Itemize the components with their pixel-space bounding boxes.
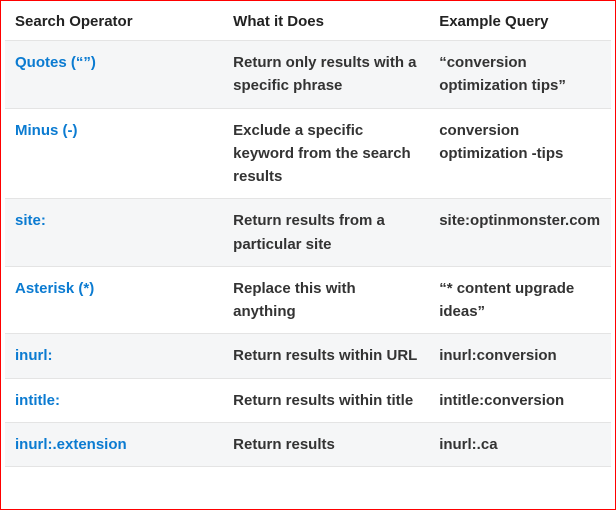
operator-link[interactable]: intitle: xyxy=(15,392,60,409)
header-operator: Search Operator xyxy=(5,5,223,41)
operator-link[interactable]: Quotes (“”) xyxy=(15,54,96,71)
cell-example: inurl:conversion xyxy=(429,334,611,378)
operator-link[interactable]: Asterisk (*) xyxy=(15,280,94,297)
cell-example: inurl:.ca xyxy=(429,422,611,466)
table-row: Quotes (“”) Return only results with a s… xyxy=(5,41,611,109)
operator-link[interactable]: Minus (-) xyxy=(15,122,77,139)
cell-does: Return results within title xyxy=(223,378,429,422)
table-row: intitle: Return results within title int… xyxy=(5,378,611,422)
cell-example: intitle:conversion xyxy=(429,378,611,422)
table-row: inurl: Return results within URL inurl:c… xyxy=(5,334,611,378)
cell-example: conversion optimization -tips xyxy=(429,108,611,199)
table-frame: Search Operator What it Does Example Que… xyxy=(0,0,616,510)
table-header-row: Search Operator What it Does Example Que… xyxy=(5,5,611,41)
cell-example: site:optinmonster.com xyxy=(429,199,611,267)
search-operators-table: Search Operator What it Does Example Que… xyxy=(5,5,611,467)
cell-example: “* content upgrade ideas” xyxy=(429,266,611,334)
cell-does: Return only results with a specific phra… xyxy=(223,41,429,109)
cell-does: Exclude a specific keyword from the sear… xyxy=(223,108,429,199)
cell-example: “conversion optimization tips” xyxy=(429,41,611,109)
operator-link[interactable]: site: xyxy=(15,212,46,229)
operator-link[interactable]: inurl: xyxy=(15,347,53,364)
header-example: Example Query xyxy=(429,5,611,41)
cell-does: Return results within URL xyxy=(223,334,429,378)
header-does: What it Does xyxy=(223,5,429,41)
table-row: site: Return results from a particular s… xyxy=(5,199,611,267)
table-row: Asterisk (*) Replace this with anything … xyxy=(5,266,611,334)
table-row: inurl:.extension Return results inurl:.c… xyxy=(5,422,611,466)
cell-does: Return results xyxy=(223,422,429,466)
table-row: Minus (-) Exclude a specific keyword fro… xyxy=(5,108,611,199)
operator-link[interactable]: inurl:.extension xyxy=(15,436,127,453)
cell-does: Return results from a particular site xyxy=(223,199,429,267)
cell-does: Replace this with anything xyxy=(223,266,429,334)
